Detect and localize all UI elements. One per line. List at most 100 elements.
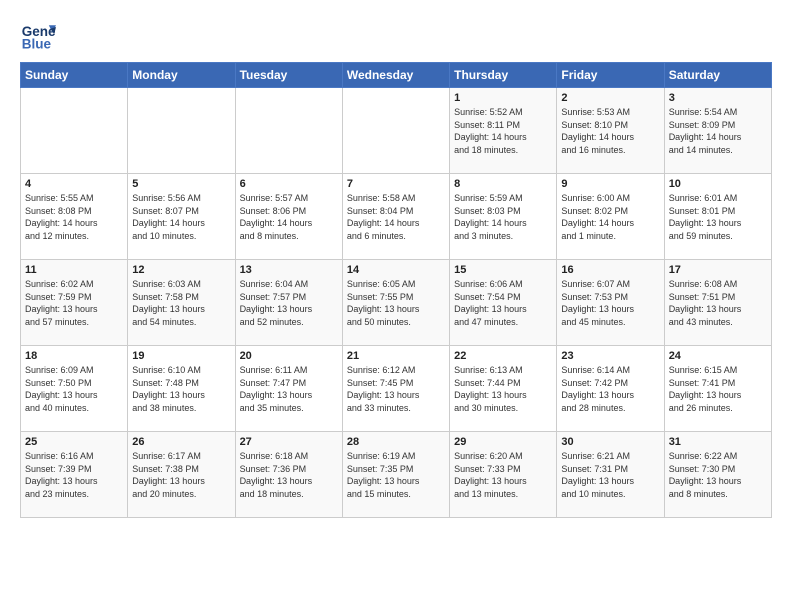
calendar-cell: 10 Sunrise: 6:01 AM Sunset: 8:01 PM Dayli… [664,174,771,260]
day-info: Sunrise: 6:06 AM Sunset: 7:54 PM Dayligh… [454,278,552,328]
day-number: 8 [454,178,552,190]
calendar-cell [21,88,128,174]
day-number: 31 [669,436,767,448]
calendar-cell: 5 Sunrise: 5:56 AM Sunset: 8:07 PM Daylig… [128,174,235,260]
logo-icon: General Blue [20,18,56,54]
calendar-cell: 29Sunrise: 6:20 AM Sunset: 7:33 PM Dayli… [450,432,557,518]
day-number: 20 [240,350,338,362]
day-info: Sunrise: 6:16 AM Sunset: 7:39 PM Dayligh… [25,450,123,500]
day-number: 1 [454,92,552,104]
day-info: Sunrise: 5:53 AM Sunset: 8:10 PM Dayligh… [561,106,659,156]
day-number: 30 [561,436,659,448]
day-number: 19 [132,350,230,362]
day-number: 27 [240,436,338,448]
calendar-cell: 15Sunrise: 6:06 AM Sunset: 7:54 PM Dayli… [450,260,557,346]
day-number: 11 [25,264,123,276]
day-info: Sunrise: 6:17 AM Sunset: 7:38 PM Dayligh… [132,450,230,500]
day-info: Sunrise: 6:11 AM Sunset: 7:47 PM Dayligh… [240,364,338,414]
calendar-cell: 14Sunrise: 6:05 AM Sunset: 7:55 PM Dayli… [342,260,449,346]
day-info: Sunrise: 6:12 AM Sunset: 7:45 PM Dayligh… [347,364,445,414]
calendar-cell: 18 Sunrise: 6:09 AM Sunset: 7:50 PM Dayli… [21,346,128,432]
day-number: 22 [454,350,552,362]
day-info: Sunrise: 5:56 AM Sunset: 8:07 PM Dayligh… [132,192,230,242]
calendar-cell: 9 Sunrise: 6:00 AM Sunset: 8:02 PM Daylig… [557,174,664,260]
calendar-cell [128,88,235,174]
day-number: 9 [561,178,659,190]
day-info: Sunrise: 6:10 AM Sunset: 7:48 PM Dayligh… [132,364,230,414]
day-number: 17 [669,264,767,276]
day-info: Sunrise: 6:00 AM Sunset: 8:02 PM Dayligh… [561,192,659,242]
calendar-cell: 27 Sunrise: 6:18 AM Sunset: 7:36 PM Dayli… [235,432,342,518]
weekday-tuesday: Tuesday [235,63,342,88]
day-info: Sunrise: 5:57 AM Sunset: 8:06 PM Dayligh… [240,192,338,242]
day-number: 26 [132,436,230,448]
weekday-sunday: Sunday [21,63,128,88]
calendar-cell [235,88,342,174]
calendar-cell: 22 Sunrise: 6:13 AM Sunset: 7:44 PM Dayli… [450,346,557,432]
calendar-cell: 11 Sunrise: 6:02 AM Sunset: 7:59 PM Dayli… [21,260,128,346]
weekday-row: SundayMondayTuesdayWednesdayThursdayFrid… [21,63,772,88]
day-number: 5 [132,178,230,190]
day-number: 25 [25,436,123,448]
day-info: Sunrise: 6:07 AM Sunset: 7:53 PM Dayligh… [561,278,659,328]
calendar-cell: 16 Sunrise: 6:07 AM Sunset: 7:53 PM Dayli… [557,260,664,346]
day-number: 10 [669,178,767,190]
day-info: Sunrise: 6:01 AM Sunset: 8:01 PM Dayligh… [669,192,767,242]
calendar-cell: 26 Sunrise: 6:17 AM Sunset: 7:38 PM Dayli… [128,432,235,518]
day-info: Sunrise: 6:20 AM Sunset: 7:33 PM Dayligh… [454,450,552,500]
day-info: Sunrise: 6:18 AM Sunset: 7:36 PM Dayligh… [240,450,338,500]
calendar: SundayMondayTuesdayWednesdayThursdayFrid… [20,62,772,518]
calendar-header: SundayMondayTuesdayWednesdayThursdayFrid… [21,63,772,88]
calendar-cell: 17Sunrise: 6:08 AM Sunset: 7:51 PM Dayli… [664,260,771,346]
calendar-cell: 20 Sunrise: 6:11 AM Sunset: 7:47 PM Dayli… [235,346,342,432]
day-number: 28 [347,436,445,448]
week-row-4: 18 Sunrise: 6:09 AM Sunset: 7:50 PM Dayli… [21,346,772,432]
day-info: Sunrise: 5:52 AM Sunset: 8:11 PM Dayligh… [454,106,552,156]
week-row-1: 1 Sunrise: 5:52 AM Sunset: 8:11 PM Daylig… [21,88,772,174]
calendar-cell: 6 Sunrise: 5:57 AM Sunset: 8:06 PM Daylig… [235,174,342,260]
weekday-monday: Monday [128,63,235,88]
day-info: Sunrise: 6:22 AM Sunset: 7:30 PM Dayligh… [669,450,767,500]
day-number: 18 [25,350,123,362]
logo: General Blue [20,18,56,54]
day-info: Sunrise: 5:55 AM Sunset: 8:08 PM Dayligh… [25,192,123,242]
day-info: Sunrise: 6:15 AM Sunset: 7:41 PM Dayligh… [669,364,767,414]
weekday-thursday: Thursday [450,63,557,88]
calendar-cell: 23Sunrise: 6:14 AM Sunset: 7:42 PM Dayli… [557,346,664,432]
calendar-cell: 4 Sunrise: 5:55 AM Sunset: 8:08 PM Daylig… [21,174,128,260]
day-number: 13 [240,264,338,276]
calendar-cell: 28 Sunrise: 6:19 AM Sunset: 7:35 PM Dayli… [342,432,449,518]
calendar-cell: 1 Sunrise: 5:52 AM Sunset: 8:11 PM Daylig… [450,88,557,174]
calendar-cell: 7 Sunrise: 5:58 AM Sunset: 8:04 PM Daylig… [342,174,449,260]
calendar-cell: 31 Sunrise: 6:22 AM Sunset: 7:30 PM Dayli… [664,432,771,518]
day-info: Sunrise: 6:05 AM Sunset: 7:55 PM Dayligh… [347,278,445,328]
calendar-cell: 2 Sunrise: 5:53 AM Sunset: 8:10 PM Daylig… [557,88,664,174]
day-info: Sunrise: 5:58 AM Sunset: 8:04 PM Dayligh… [347,192,445,242]
day-info: Sunrise: 6:13 AM Sunset: 7:44 PM Dayligh… [454,364,552,414]
weekday-friday: Friday [557,63,664,88]
day-info: Sunrise: 6:09 AM Sunset: 7:50 PM Dayligh… [25,364,123,414]
day-number: 12 [132,264,230,276]
day-number: 23 [561,350,659,362]
calendar-cell: 21 Sunrise: 6:12 AM Sunset: 7:45 PM Dayli… [342,346,449,432]
calendar-cell: 30 Sunrise: 6:21 AM Sunset: 7:31 PM Dayli… [557,432,664,518]
calendar-cell: 12 Sunrise: 6:03 AM Sunset: 7:58 PM Dayli… [128,260,235,346]
day-info: Sunrise: 6:03 AM Sunset: 7:58 PM Dayligh… [132,278,230,328]
calendar-cell: 3Sunrise: 5:54 AM Sunset: 8:09 PM Daylig… [664,88,771,174]
day-number: 24 [669,350,767,362]
day-info: Sunrise: 6:21 AM Sunset: 7:31 PM Dayligh… [561,450,659,500]
day-info: Sunrise: 5:59 AM Sunset: 8:03 PM Dayligh… [454,192,552,242]
day-info: Sunrise: 6:02 AM Sunset: 7:59 PM Dayligh… [25,278,123,328]
calendar-cell: 24 Sunrise: 6:15 AM Sunset: 7:41 PM Dayli… [664,346,771,432]
day-number: 21 [347,350,445,362]
day-info: Sunrise: 6:19 AM Sunset: 7:35 PM Dayligh… [347,450,445,500]
day-number: 4 [25,178,123,190]
day-number: 6 [240,178,338,190]
calendar-cell: 13Sunrise: 6:04 AM Sunset: 7:57 PM Dayli… [235,260,342,346]
day-number: 16 [561,264,659,276]
day-number: 2 [561,92,659,104]
day-number: 7 [347,178,445,190]
week-row-5: 25 Sunrise: 6:16 AM Sunset: 7:39 PM Dayli… [21,432,772,518]
header: General Blue [20,18,772,54]
calendar-cell: 8 Sunrise: 5:59 AM Sunset: 8:03 PM Daylig… [450,174,557,260]
